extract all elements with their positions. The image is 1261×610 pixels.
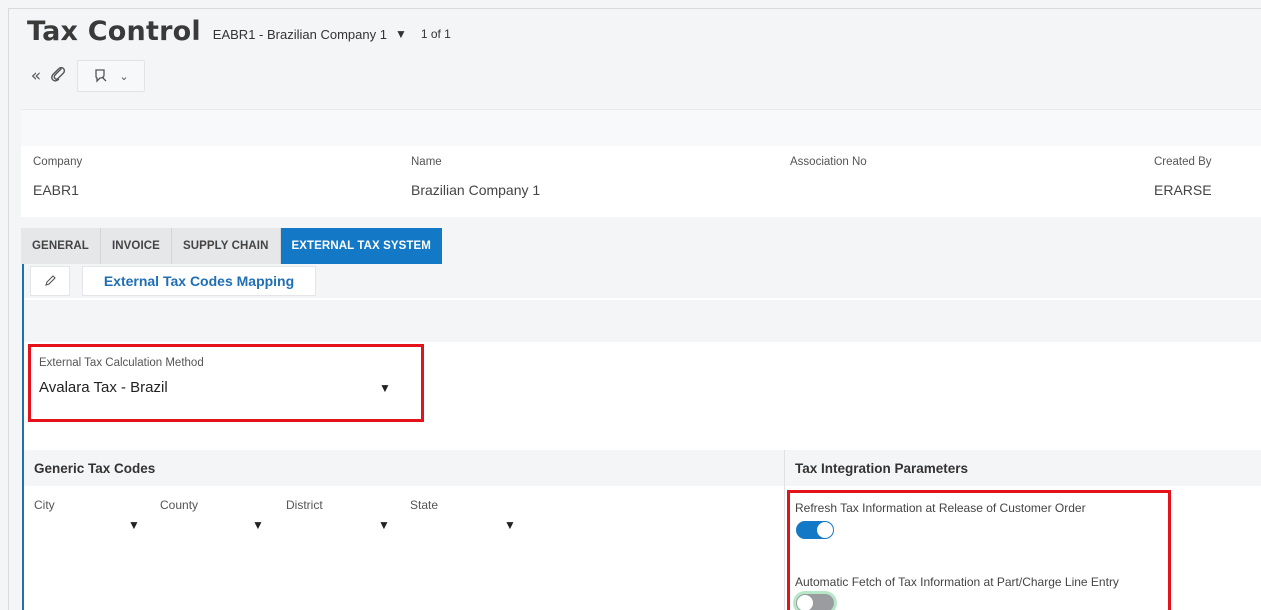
sections: Generic Tax Codes Tax Integration Parame… — [24, 450, 1261, 610]
record-selector[interactable]: EABR1 - Brazilian Company 1 ▼ — [213, 27, 407, 42]
group-spacer — [24, 300, 1261, 342]
company-value: EABR1 — [33, 182, 79, 198]
toggle-knob — [797, 595, 813, 610]
caret-down-icon[interactable]: ▼ — [379, 381, 391, 395]
method-area: External Tax Calculation Method Avalara … — [24, 342, 1261, 450]
state-dropdown-icon[interactable]: ▼ — [504, 518, 516, 532]
double-chevron-left-icon[interactable]: « — [25, 66, 47, 86]
chevron-down-icon: ⌄ — [119, 70, 129, 83]
assistant-button[interactable]: ⌄ — [77, 60, 145, 92]
command-bar: External Tax Codes Mapping — [24, 264, 1261, 298]
created-by-value: ERARSE — [1154, 182, 1212, 198]
tab-bar: GENERAL INVOICE SUPPLY CHAIN EXTERNAL TA… — [21, 228, 442, 264]
record-selector-label: EABR1 - Brazilian Company 1 — [212, 26, 387, 42]
tab-supply-chain[interactable]: SUPPLY CHAIN — [171, 228, 281, 264]
record-count: 1 of 1 — [420, 27, 451, 41]
name-field: Name Brazilian Company 1 — [411, 156, 540, 198]
state-label: State — [410, 498, 439, 512]
company-field: Company EABR1 — [33, 156, 82, 198]
assistant-icon — [95, 69, 107, 83]
association-field: Association No — [790, 156, 867, 182]
page: Tax Control EABR1 - Brazilian Company 1 … — [8, 8, 1261, 610]
created-by-field: Created By ERARSE — [1154, 156, 1212, 198]
caret-down-icon[interactable]: ▼ — [395, 27, 407, 41]
paperclip-icon[interactable] — [47, 65, 69, 88]
method-select-value[interactable]: Avalara Tax - Brazil — [39, 379, 168, 396]
toggle-knob — [817, 522, 833, 538]
county-dropdown-icon[interactable]: ▼ — [252, 518, 264, 532]
created-by-label: Created By — [1154, 156, 1212, 168]
page-title: Tax Control — [27, 15, 201, 47]
tab-external-tax-system[interactable]: EXTERNAL TAX SYSTEM — [280, 228, 442, 264]
edit-button[interactable] — [30, 266, 70, 296]
association-label: Association No — [790, 156, 867, 168]
district-dropdown-icon[interactable]: ▼ — [378, 518, 390, 532]
record-header-card: Company EABR1 Name Brazilian Company 1 A… — [21, 109, 1261, 217]
section-divider — [784, 450, 785, 610]
generic-tax-codes-header: Generic Tax Codes — [24, 450, 784, 486]
tab-invoice[interactable]: INVOICE — [100, 228, 172, 264]
header-strip — [21, 110, 1261, 146]
refresh-tax-toggle[interactable] — [796, 521, 834, 539]
toolbar: « ⌄ — [25, 59, 145, 93]
auto-fetch-toggle[interactable] — [796, 594, 834, 610]
city-dropdown-icon[interactable]: ▼ — [128, 518, 140, 532]
tax-integration-header: Tax Integration Parameters — [785, 450, 1261, 486]
refresh-tax-label: Refresh Tax Information at Release of Cu… — [795, 501, 1086, 515]
district-label: District — [286, 498, 323, 512]
tab-general[interactable]: GENERAL — [21, 228, 101, 264]
company-label: Company — [33, 156, 83, 168]
title-row: Tax Control EABR1 - Brazilian Company 1 … — [27, 11, 451, 51]
tab-content: External Tax Codes Mapping External Tax … — [22, 264, 1261, 610]
method-label: External Tax Calculation Method — [39, 357, 204, 369]
auto-fetch-label: Automatic Fetch of Tax Information at Pa… — [795, 575, 1119, 589]
name-value: Brazilian Company 1 — [411, 182, 541, 198]
params-highlight-box: Refresh Tax Information at Release of Cu… — [787, 490, 1171, 610]
city-label: City — [34, 498, 55, 512]
pencil-icon — [45, 275, 56, 286]
county-label: County — [160, 498, 199, 512]
method-highlight-box: External Tax Calculation Method Avalara … — [28, 344, 424, 422]
name-label: Name — [411, 156, 442, 168]
external-tax-codes-mapping-button[interactable]: External Tax Codes Mapping — [82, 266, 316, 296]
